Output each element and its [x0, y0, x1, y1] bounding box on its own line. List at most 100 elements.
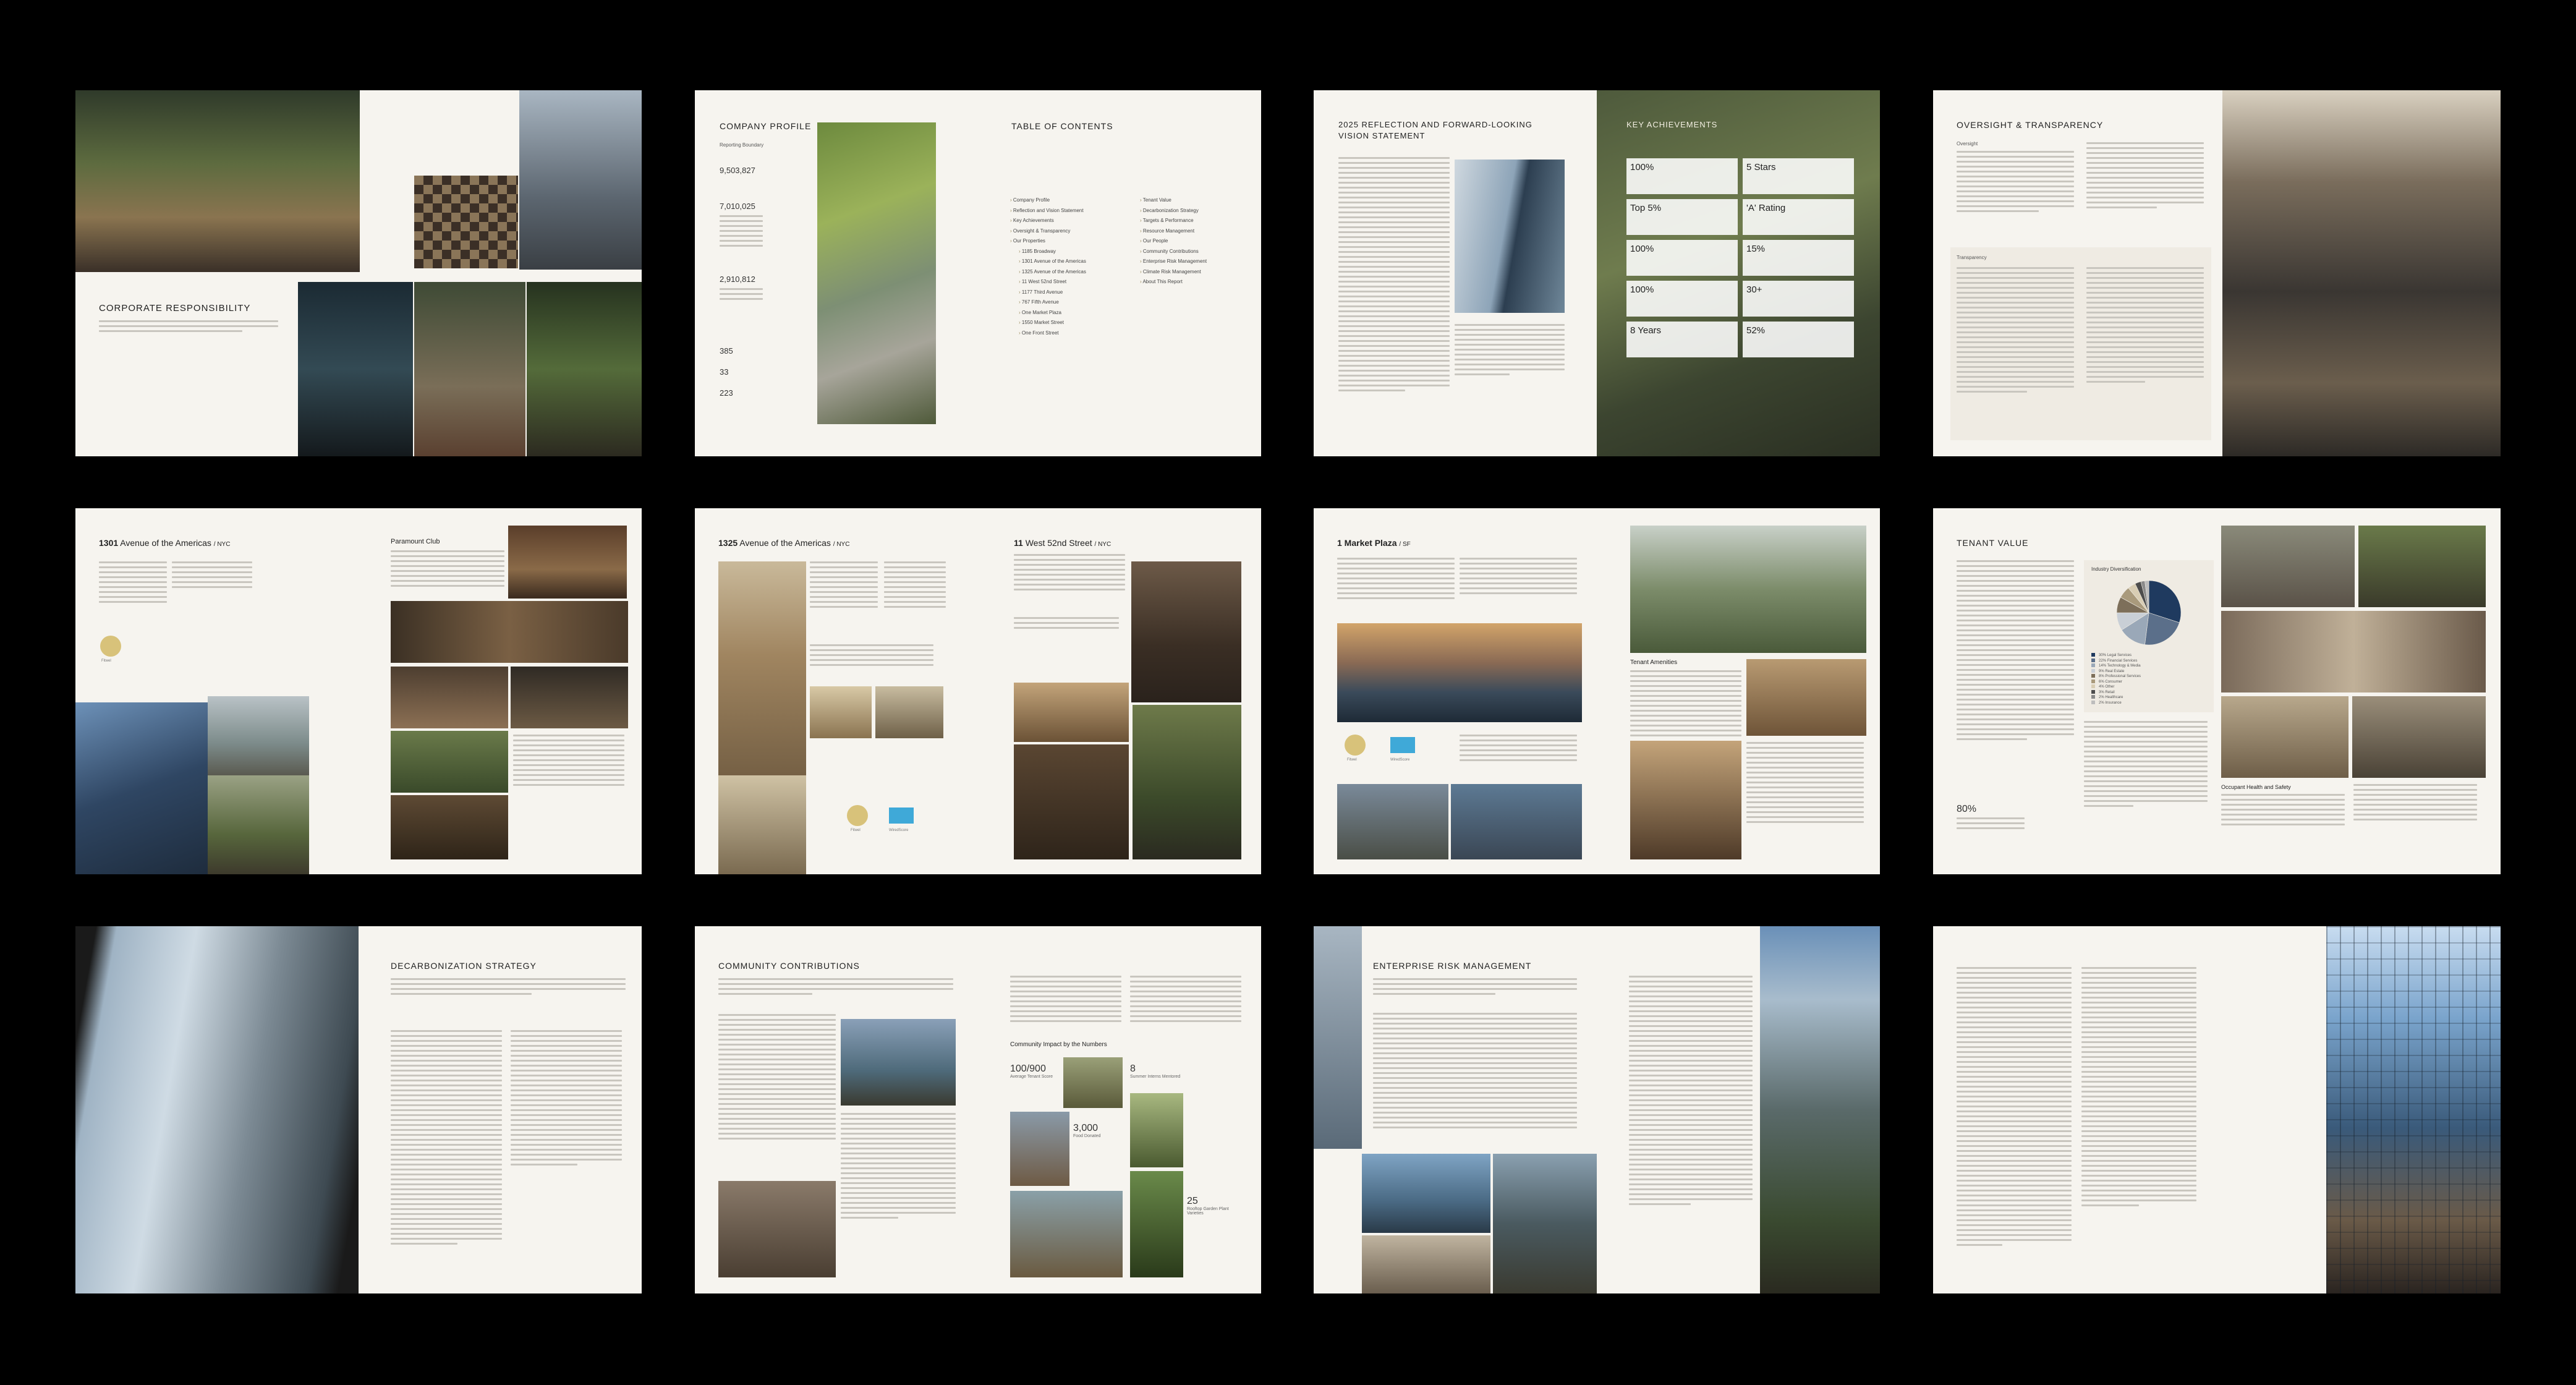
legend-item: 4% Other: [2091, 684, 2209, 690]
achievement-card: 5 Stars: [1743, 158, 1854, 194]
photo-garden-harvest: [1063, 1057, 1123, 1108]
fitwel-label: Fitwel: [1347, 758, 1357, 762]
legend-label: Professional Services: [2105, 675, 2141, 678]
amenities-bullets: [1746, 742, 1864, 826]
spread-tenant-value: TENANT VALUE 80% Industry Diversificatio…: [1933, 508, 2501, 874]
legend-swatch: [2091, 663, 2095, 668]
club-bullets: [513, 735, 624, 789]
achievement-card: 52%: [1743, 322, 1854, 357]
spread-corporate-responsibility: CORPORATE RESPONSIBILITY: [75, 90, 642, 456]
impact-numbers-title: Community Impact by the Numbers: [1010, 1041, 1107, 1048]
toc-item[interactable]: › 1325 Avenue of the Americas: [1010, 267, 1134, 278]
toc-item[interactable]: › 1177 Third Avenue: [1010, 288, 1134, 298]
photo-club-lounge: [391, 667, 508, 728]
risk-col2: [1629, 976, 1753, 1208]
photo-club-bar: [508, 526, 627, 599]
photo-plaza-atrium: [1630, 526, 1866, 653]
wiredscore-badge: [1390, 737, 1415, 753]
toc-item[interactable]: › 1185 Broadway: [1010, 247, 1134, 257]
toc-item[interactable]: › 11 West 52nd Street: [1010, 277, 1134, 288]
toc-item[interactable]: › Oversight & Transparency: [1010, 226, 1134, 237]
toc-item[interactable]: › One Front Street: [1010, 328, 1134, 339]
toc-item[interactable]: › About This Report: [1140, 277, 1251, 288]
closing-col2: [2081, 967, 2196, 1209]
property-facts-left: [810, 644, 933, 669]
legend-value: 9%: [2099, 669, 2106, 673]
photo-1325-arcade: [718, 775, 806, 874]
transparency-col2: [2086, 267, 2204, 386]
legend-swatch: [2091, 674, 2095, 678]
photo-street-night: [298, 282, 413, 456]
risk-title: ENTERPRISE RISK MANAGEMENT: [1373, 961, 1532, 971]
industry-pie-chart: [2116, 580, 2182, 646]
photo-tenant-event: [2221, 611, 2486, 692]
spread-oversight: OVERSIGHT & TRANSPARENCY Oversight Trans…: [1933, 90, 2501, 456]
achievement-card: 100%: [1626, 281, 1738, 317]
photo-club-event: [511, 667, 628, 728]
toc-item[interactable]: › Key Achievements: [1010, 216, 1134, 226]
other-sqft: 2,910,812: [720, 275, 755, 284]
photo-tree-tower: [817, 122, 936, 424]
tenant-value-col1: [1957, 560, 2074, 743]
toc-item[interactable]: › Climate Risk Management: [1140, 267, 1251, 278]
toc-item[interactable]: › Enterprise Risk Management: [1140, 257, 1251, 267]
legend-label: Technology & Media: [2107, 664, 2141, 668]
legend-item: 9% Real Estate: [2091, 668, 2209, 675]
photo-tenant-garden: [2358, 526, 2486, 607]
legend-swatch: [2091, 700, 2095, 704]
community-col1: [718, 1014, 836, 1143]
toc-item[interactable]: › Tenant Value: [1140, 195, 1251, 206]
tenant-value-title: TENANT VALUE: [1957, 538, 2029, 548]
toc-item[interactable]: › Decarbonization Strategy: [1140, 206, 1251, 216]
toc-item[interactable]: › Our Properties: [1010, 236, 1134, 247]
legend-item: 14% Technology & Media: [2091, 663, 2209, 669]
reporting-boundary-label: Reporting Boundary: [720, 142, 764, 148]
profile-list-1: [720, 215, 763, 250]
spread-enterprise-risk: ENTERPRISE RISK MANAGEMENT: [1314, 926, 1880, 1293]
survey-value: 80%: [1957, 804, 1977, 814]
amenities-text: [1630, 670, 1741, 739]
property-facts: [1460, 735, 1577, 764]
photo-plaza-cafe: [1630, 741, 1741, 859]
toc-item[interactable]: › Resource Management: [1140, 226, 1251, 237]
property-title: 1 Market Plaza / SF: [1337, 538, 1411, 548]
legend-label: Real Estate: [2105, 669, 2125, 673]
photo-1325-hall: [875, 686, 943, 738]
spread-one-market-plaza: 1 Market Plaza / SF Fitwel WiredScore Te…: [1314, 508, 1880, 874]
property-text-left-2: [884, 561, 946, 611]
stat-2: 33: [720, 367, 729, 377]
photo-11w52-lounge: [1014, 683, 1129, 742]
photo-worker: [1010, 1112, 1069, 1186]
achievements-title: KEY ACHIEVEMENTS: [1626, 120, 1718, 129]
property-title-left: 1325 Avenue of the Americas / NYC: [718, 538, 850, 548]
photo-glass-facade: [2326, 926, 2501, 1293]
toc-item[interactable]: › 1550 Market Street: [1010, 318, 1134, 328]
fitwel-logo: [100, 636, 121, 657]
page-title: CORPORATE RESPONSIBILITY: [99, 303, 251, 313]
legend-swatch: [2091, 658, 2095, 662]
toc-item[interactable]: › Community Contributions: [1140, 247, 1251, 257]
toc-item[interactable]: › Targets & Performance: [1140, 216, 1251, 226]
legend-swatch: [2091, 653, 2095, 657]
toc-item[interactable]: › Our People: [1140, 236, 1251, 247]
profile-list-2: [720, 288, 763, 303]
property-title: 1301 Avenue of the Americas / NYC: [99, 538, 231, 548]
photo-rooftop-garden: [1130, 1093, 1183, 1167]
spread-1325-avenue-11-west: 1325 Avenue of the Americas / NYC Fitwel…: [695, 508, 1261, 874]
boundary-sqft: 9,503,827: [720, 166, 755, 175]
photo-1325-tower: [718, 561, 806, 796]
oversight-col1: [1957, 151, 2074, 215]
achievement-card: 100%: [1626, 240, 1738, 276]
photo-group-event: [718, 1181, 836, 1277]
toc-item[interactable]: › Company Profile: [1010, 195, 1134, 206]
risk-intro: [1373, 978, 1577, 998]
photo-11w52-restaurant: [1014, 744, 1129, 859]
property-text-left: [810, 561, 878, 611]
strategy-col2: [511, 1030, 622, 1169]
toc-item[interactable]: › 1301 Avenue of the Americas: [1010, 257, 1134, 267]
legend-swatch: [2091, 679, 2095, 683]
legend-label: Insurance: [2105, 701, 2122, 705]
toc-item[interactable]: › 767 Fifth Avenue: [1010, 297, 1134, 308]
toc-item[interactable]: › Reflection and Vision Statement: [1010, 206, 1134, 216]
toc-item[interactable]: › One Market Plaza: [1010, 308, 1134, 318]
